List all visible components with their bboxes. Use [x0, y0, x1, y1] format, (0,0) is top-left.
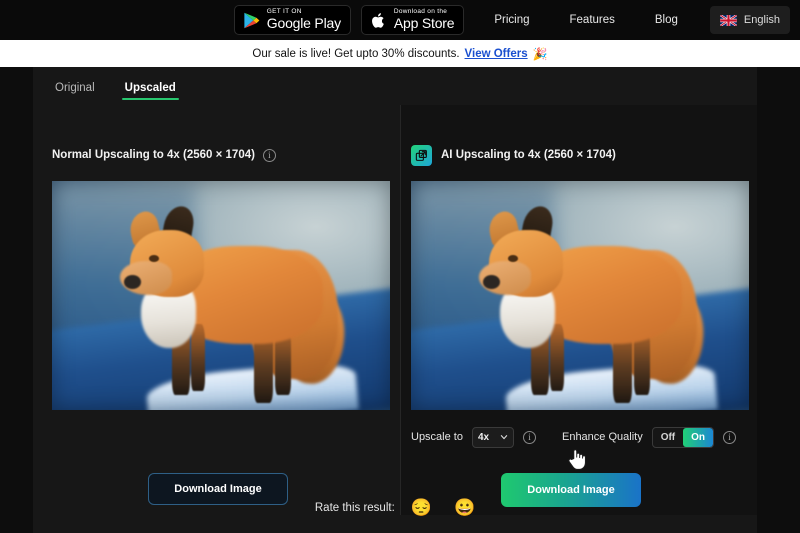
upscale-factor-value: 4x [477, 431, 490, 443]
normal-upscaling-pane: Normal Upscaling to 4x (2560 × 1704) i D… [33, 105, 400, 515]
app-store-badge[interactable]: Download on the App Store [360, 5, 465, 35]
rate-negative-icon[interactable]: 😔 [411, 499, 432, 516]
normal-upscaled-image [52, 181, 390, 410]
enhance-quality-on-option[interactable]: On [683, 427, 714, 447]
nav-link-features[interactable]: Features [570, 14, 615, 26]
top-navigation-bar: GET IT ON Google Play Download on the Ap… [0, 0, 800, 40]
fox-subject [455, 203, 719, 404]
page-gutter-left [0, 67, 33, 533]
apple-icon [371, 12, 384, 28]
fox-front-leg-far [190, 324, 206, 392]
page-gutter-right [757, 67, 800, 533]
page-root: GET IT ON Google Play Download on the Ap… [0, 0, 800, 533]
rating-label: Rate this result: [314, 501, 395, 514]
google-play-badge-label: Google Play [266, 15, 341, 32]
app-store-badge-label: App Store [393, 15, 455, 32]
promo-banner: Our sale is live! Get upto 30% discounts… [0, 40, 800, 67]
fox-subject [96, 203, 360, 404]
ai-upscaling-title: AI Upscaling to 4x (2560 × 1704) [441, 149, 616, 161]
fox-front-leg-far [549, 324, 565, 392]
enhance-quality-label: Enhance Quality [561, 431, 643, 443]
enhance-quality-off-option[interactable]: Off [653, 428, 683, 447]
nav-link-blog[interactable]: Blog [655, 14, 678, 26]
expand-arrow-icon [415, 149, 427, 161]
ai-upscaling-pane: AI Upscaling to 4x (2560 × 1704) Upscale… [400, 105, 757, 515]
main-content: Original Upscaled Normal Upscaling to 4x… [33, 67, 757, 533]
language-selector[interactable]: English [709, 6, 790, 34]
rating-row: Rate this result: 😔 😀 [33, 499, 757, 516]
normal-upscaling-info-icon[interactable]: i [262, 148, 276, 162]
upscale-factor-info-icon[interactable]: i [522, 430, 536, 444]
rate-positive-icon[interactable]: 😀 [454, 499, 475, 516]
upscale-factor-select[interactable]: 4x [471, 426, 514, 448]
view-offers-link[interactable]: View Offers [465, 48, 528, 60]
fox-nose [123, 275, 141, 289]
fox-nose [482, 275, 500, 289]
ai-upscale-icon [411, 144, 432, 166]
ai-upscaling-header: AI Upscaling to 4x (2560 × 1704) [401, 143, 757, 167]
tab-upscaled[interactable]: Upscaled [121, 82, 179, 100]
enhance-quality-toggle[interactable]: Off On [651, 426, 715, 448]
party-popper-icon: 🎉 [532, 46, 548, 61]
uk-flag-icon [719, 14, 737, 26]
result-tabs: Original Upscaled [52, 72, 203, 100]
promo-banner-text: Our sale is live! Get upto 30% discounts… [252, 47, 460, 60]
ai-upscaled-image [411, 181, 749, 410]
chevron-down-icon [500, 435, 508, 440]
upscale-to-label: Upscale to [411, 431, 463, 443]
normal-upscaling-title: Normal Upscaling to 4x (2560 × 1704) [52, 149, 255, 161]
google-play-icon [244, 12, 260, 28]
language-label: English [743, 14, 780, 26]
tab-original[interactable]: Original [52, 82, 98, 100]
ai-controls-row: Upscale to 4x i Enhance Quality Off On i [411, 425, 737, 449]
normal-upscaling-header: Normal Upscaling to 4x (2560 × 1704) i [33, 143, 400, 167]
google-play-badge[interactable]: GET IT ON Google Play [233, 5, 351, 35]
enhance-quality-info-icon[interactable]: i [723, 430, 737, 444]
comparison-panes: Normal Upscaling to 4x (2560 × 1704) i D… [33, 105, 757, 515]
nav-link-pricing[interactable]: Pricing [494, 14, 529, 26]
